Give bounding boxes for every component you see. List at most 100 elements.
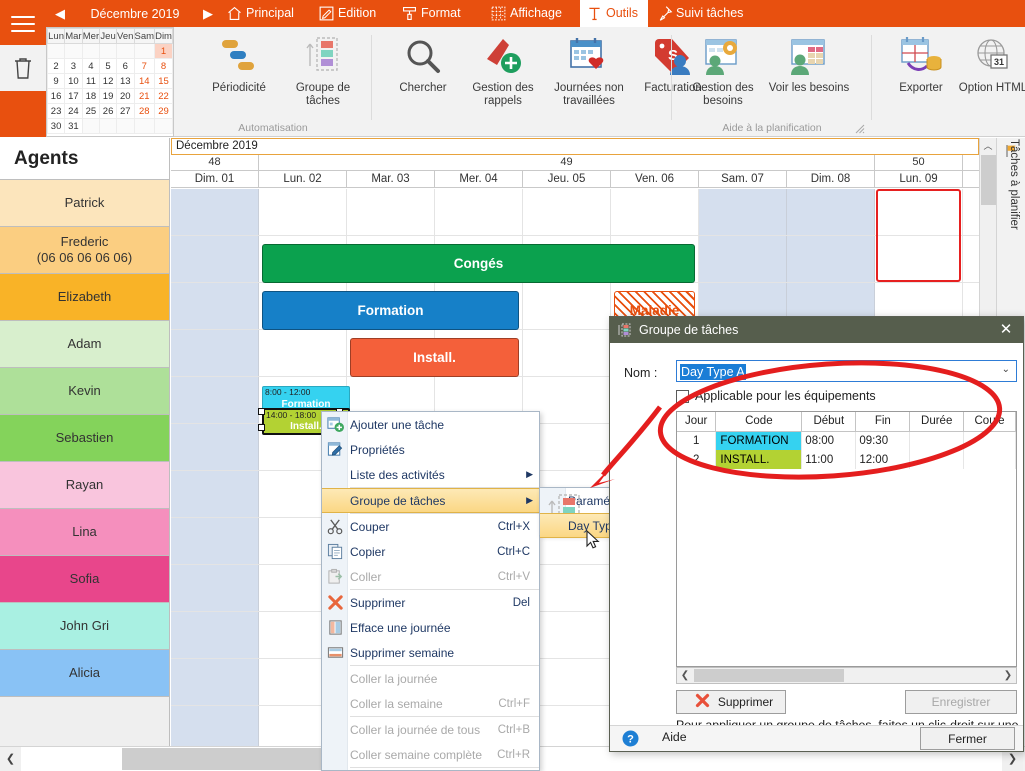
table-column-header[interactable]: Début (801, 412, 857, 432)
mini-cal-day[interactable]: 14 (133, 73, 156, 89)
menu-item-supprimer-semaine[interactable]: Supprimer semaine (322, 640, 539, 665)
day-header-cell[interactable]: Lun. 09 (875, 171, 963, 187)
mini-cal-day[interactable]: 10 (64, 73, 83, 89)
menu-item-groupe-de-t-ches[interactable]: Groupe de tâches ▶ (322, 488, 539, 513)
ribbon-button-gestion-des-besoins[interactable]: Gestion des besoins (684, 33, 762, 123)
trash-button[interactable] (0, 45, 46, 91)
agent-row[interactable]: Adam (0, 321, 169, 368)
mini-cal-day[interactable]: 9 (46, 73, 66, 89)
mini-cal-day[interactable]: 19 (99, 88, 117, 104)
menu-item-copier[interactable]: Copier Ctrl+C (322, 539, 539, 564)
mini-cal-day[interactable]: 2 (46, 58, 66, 74)
ribbon-button-chercher[interactable]: Chercher (384, 33, 462, 123)
agent-row[interactable]: Kevin (0, 368, 169, 415)
schedule-task-block[interactable]: Install. (350, 338, 519, 377)
close-icon[interactable]: ✕ (989, 317, 1023, 343)
day-header-cell[interactable]: Dim. 01 (171, 171, 259, 187)
prev-month-button[interactable]: ◀ (52, 6, 68, 22)
task-group-table[interactable]: Jour Code Début Fin Durée Coule 1 FORMATION 08:… (676, 411, 1017, 667)
mini-cal-day[interactable]: 17 (64, 88, 83, 104)
mini-cal-day[interactable]: 4 (81, 58, 101, 74)
mini-cal-day[interactable]: 18 (81, 88, 101, 104)
selection-handle[interactable] (258, 408, 265, 415)
help-label[interactable]: Aide (662, 730, 687, 744)
schedule-task-block[interactable]: Congés (262, 244, 695, 283)
day-header-cell[interactable]: Lun. 02 (259, 171, 347, 187)
mini-cal-day[interactable]: 16 (46, 88, 66, 104)
close-dialog-button[interactable]: Fermer (920, 727, 1015, 750)
mini-cal-day[interactable]: 28 (133, 103, 156, 119)
mini-calendar-body[interactable]: 1 2 3 4 5 6 7 8 9 10 11 12 13 14 15 16 17 18 19 20 21 22 23 24 2… (46, 43, 173, 134)
table-scroll-thumb[interactable] (694, 669, 844, 682)
ribbon-button-groupe-de-t-ches[interactable]: Groupe de tâches (284, 33, 362, 123)
chevron-down-icon[interactable]: ⌄ (1002, 364, 1010, 375)
agent-row[interactable]: Elizabeth (0, 274, 169, 321)
mini-cal-day[interactable]: 1 (154, 43, 173, 59)
mini-cal-day[interactable]: 30 (46, 118, 66, 134)
day-header-cell[interactable]: Dim. 08 (787, 171, 875, 187)
day-header-cell[interactable]: Ven. 06 (611, 171, 699, 187)
table-row[interactable]: 1 FORMATION 08:00 09:30 (677, 431, 1016, 450)
mini-cal-day[interactable]: 12 (99, 73, 117, 89)
table-horizontal-scrollbar[interactable]: ❮ ❯ (676, 667, 1017, 684)
agent-row[interactable]: John Gri (0, 603, 169, 650)
mini-cal-day[interactable]: 24 (64, 103, 83, 119)
ribbon-button-gestion-des-rappels[interactable]: Gestion des rappels (464, 33, 542, 123)
mini-cal-day[interactable]: 11 (81, 73, 101, 89)
ribbon-tab-suivi-t-ches[interactable]: Suivi tâches (650, 0, 753, 27)
menu-item-liste-des-activit-s[interactable]: Liste des activités ▶ (322, 462, 539, 487)
mini-cal-day[interactable]: 27 (115, 103, 135, 119)
mini-cal-day[interactable]: 23 (46, 103, 66, 119)
table-row[interactable]: 2 INSTALL. 11:00 12:00 (677, 450, 1016, 469)
name-combobox[interactable]: Day Type A ⌄ (676, 360, 1017, 382)
context-menu[interactable]: Ajouter une tâche Propriétés Liste des act… (321, 411, 540, 771)
mini-cal-day[interactable]: 22 (154, 88, 173, 104)
task-group-dialog[interactable]: Groupe de tâches ✕ Nom : Day Type A ⌄ Ap… (609, 316, 1024, 752)
mini-cal-day[interactable]: 25 (81, 103, 101, 119)
mini-cal-day[interactable]: 20 (115, 88, 135, 104)
mini-calendar[interactable]: Lun Mar Mer Jeu Ven Sam Dim 1 2 3 4 5 6 7 8 9 10 11 12 13 1… (46, 27, 174, 137)
agent-row[interactable]: Rayan (0, 462, 169, 509)
ribbon-tab-principal[interactable]: Principal (220, 0, 304, 27)
menu-item-ajouter-une-t-che[interactable]: Ajouter une tâche (322, 412, 539, 437)
ribbon-tab-edition[interactable]: Edition (312, 0, 386, 27)
ribbon-tab-outils[interactable]: Outils (580, 0, 648, 27)
ribbon-tab-format[interactable]: Format (395, 0, 471, 27)
mini-cal-day[interactable]: 5 (99, 58, 117, 74)
scroll-thumb-horizontal[interactable] (122, 748, 343, 770)
menu-item-propri-t-s[interactable]: Propriétés (322, 437, 539, 462)
table-scroll-right-arrow[interactable]: ❯ (1000, 668, 1016, 683)
day-header-cell[interactable]: Mer. 04 (435, 171, 523, 187)
help-circle-icon[interactable]: ? (622, 730, 639, 750)
schedule-task-block[interactable]: Formation (262, 291, 519, 330)
mini-cal-day[interactable]: 3 (64, 58, 83, 74)
ribbon-button-p-riodicit-[interactable]: Périodicité (200, 33, 278, 123)
mini-cal-day[interactable]: 7 (133, 58, 156, 74)
mini-cal-day[interactable]: 8 (154, 58, 173, 74)
table-column-header[interactable]: Coule (963, 412, 1016, 432)
table-body[interactable]: 1 FORMATION 08:00 09:30 2 INSTALL. 11:00 12:00 (677, 431, 1016, 469)
agents-list[interactable]: Patrick Frederic (06 06 06 06 06) Elizabet… (0, 180, 169, 697)
table-column-header[interactable]: Code (715, 412, 803, 432)
scroll-thumb[interactable] (981, 155, 996, 205)
ribbon-button-journ-es-non-travaill-es[interactable]: Journées non travaillées (550, 33, 628, 123)
selected-day-cell[interactable] (876, 189, 961, 282)
day-header-cell[interactable]: Sam. 07 (699, 171, 787, 187)
agent-row[interactable]: Frederic (06 06 06 06 06) (0, 227, 169, 274)
table-column-header[interactable]: Fin (855, 412, 911, 432)
scroll-up-arrow[interactable]: ︿ (980, 138, 996, 154)
agent-row[interactable]: Patrick (0, 180, 169, 227)
ribbon-tab-affichage[interactable]: Affichage (484, 0, 572, 27)
menu-item-couper[interactable]: Couper Ctrl+X (322, 514, 539, 539)
table-column-header[interactable]: Jour (677, 412, 717, 432)
save-button[interactable]: Enregistrer (905, 690, 1017, 714)
mini-cal-day[interactable]: 21 (133, 88, 156, 104)
applicable-equipment-checkbox[interactable]: Applicable pour les équipements (676, 389, 876, 403)
mini-cal-day[interactable]: 31 (64, 118, 83, 134)
ribbon-button-voir-les-besoins[interactable]: Voir les besoins (769, 33, 849, 123)
next-month-button[interactable]: ▶ (200, 6, 216, 22)
agent-row[interactable]: Sofia (0, 556, 169, 603)
day-header-cell[interactable]: Jeu. 05 (523, 171, 611, 187)
scroll-left-arrow[interactable]: ❮ (0, 747, 21, 771)
ribbon-button-option-html[interactable]: 31 Option HTML (954, 33, 1025, 123)
